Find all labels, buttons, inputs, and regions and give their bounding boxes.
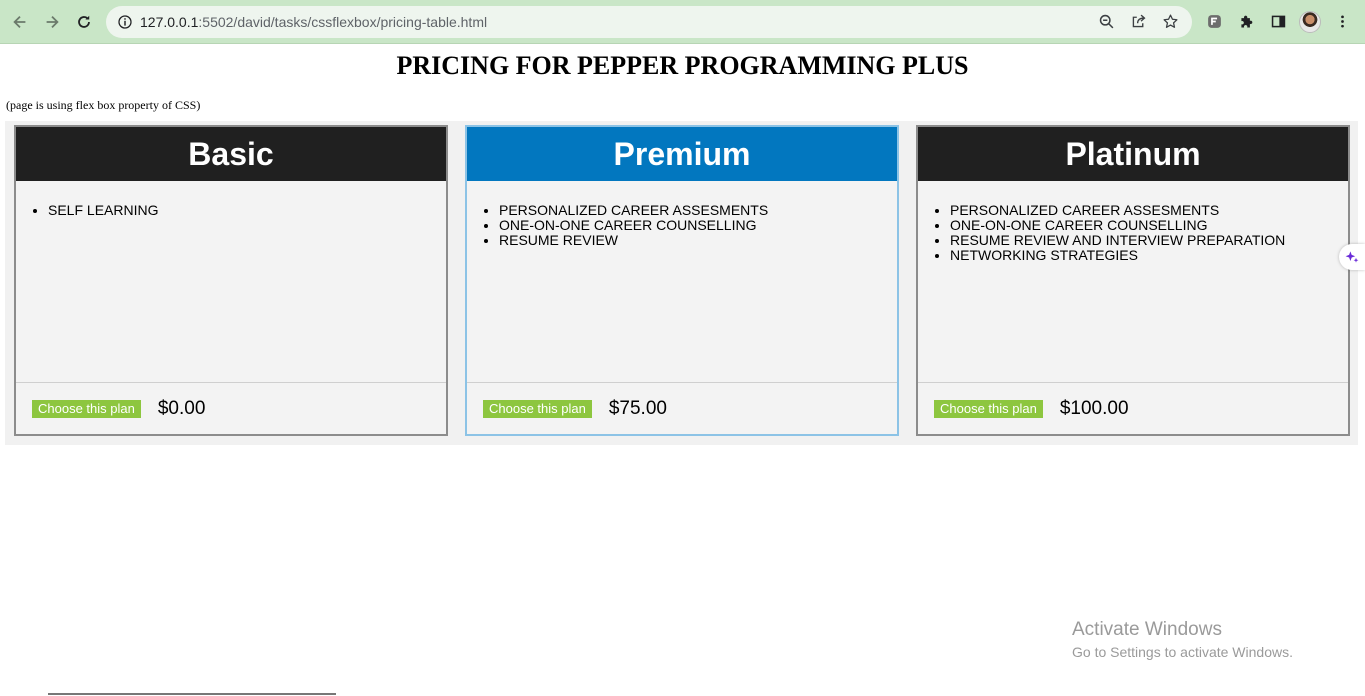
plan-features: PERSONALIZED CAREER ASSESMENTS ONE-ON-ON…	[467, 181, 897, 382]
watermark-subtitle: Go to Settings to activate Windows.	[1072, 644, 1293, 660]
feature-item: ONE-ON-ONE CAREER COUNSELLING	[499, 218, 897, 233]
url-path: :5502/david/tasks/cssflexbox/pricing-tab…	[198, 13, 488, 30]
choose-plan-button[interactable]: Choose this plan	[934, 399, 1043, 418]
feature-item: PERSONALIZED CAREER ASSESMENTS	[950, 203, 1348, 218]
address-bar[interactable]: 127.0.0.1:5502/david/tasks/cssflexbox/pr…	[106, 5, 1192, 38]
plan-name: Premium	[467, 127, 897, 181]
share-icon	[1132, 14, 1145, 28]
reload-button[interactable]	[68, 6, 100, 38]
choose-plan-button[interactable]: Choose this plan	[32, 399, 141, 418]
extension-app-icon	[1207, 15, 1221, 28]
profile-button[interactable]	[1294, 6, 1326, 38]
menu-button[interactable]	[1326, 6, 1358, 38]
sparkle-icon	[1345, 251, 1359, 263]
site-info-button[interactable]	[110, 14, 140, 30]
pricing-table: Basic SELF LEARNING Choose this plan $0.…	[5, 121, 1358, 445]
extensions-button[interactable]	[1230, 6, 1262, 38]
zoom-icon	[1099, 14, 1113, 29]
plan-features: PERSONALIZED CAREER ASSESMENTS ONE-ON-ON…	[918, 181, 1348, 382]
arrow-right-icon	[46, 15, 59, 28]
page-title: PRICING FOR PEPPER PROGRAMMING PLUS	[396, 51, 969, 80]
plan-footer: Choose this plan $75.00	[467, 382, 897, 434]
share-button[interactable]	[1122, 6, 1154, 38]
windows-activation-watermark: Activate Windows Go to Settings to activ…	[1072, 619, 1293, 660]
browser-toolbar: 127.0.0.1:5502/david/tasks/cssflexbox/pr…	[0, 0, 1365, 44]
arrow-left-icon	[13, 15, 26, 28]
puzzle-icon	[1240, 15, 1252, 28]
forward-button[interactable]	[36, 6, 68, 38]
back-button[interactable]	[4, 6, 36, 38]
plan-footer: Choose this plan $0.00	[16, 382, 446, 434]
sparkle-assistant-button[interactable]	[1339, 244, 1365, 270]
page-note: (page is using flex box property of CSS)	[6, 98, 201, 112]
avatar	[1299, 10, 1321, 33]
reload-icon	[78, 15, 90, 28]
feature-item: RESUME REVIEW AND INTERVIEW PREPARATION	[950, 233, 1348, 248]
plan-card-basic: Basic SELF LEARNING Choose this plan $0.…	[14, 125, 448, 436]
plan-features: SELF LEARNING	[16, 181, 446, 382]
url-text[interactable]: 127.0.0.1:5502/david/tasks/cssflexbox/pr…	[140, 14, 487, 30]
side-panel-icon	[1271, 15, 1285, 28]
url-host: 127.0.0.1	[140, 13, 199, 30]
side-panel-button[interactable]	[1262, 6, 1294, 38]
feature-item: PERSONALIZED CAREER ASSESMENTS	[499, 203, 897, 218]
feature-item: SELF LEARNING	[48, 203, 446, 218]
feature-item: ONE-ON-ONE CAREER COUNSELLING	[950, 218, 1348, 233]
plan-price: $75.00	[608, 397, 667, 419]
plan-price: $0.00	[157, 397, 206, 419]
choose-plan-button[interactable]: Choose this plan	[483, 399, 592, 418]
plan-card-platinum: Platinum PERSONALIZED CAREER ASSESMENTS …	[916, 125, 1350, 436]
info-icon	[118, 14, 132, 29]
plan-footer: Choose this plan $100.00	[918, 382, 1348, 434]
feature-item: NETWORKING STRATEGIES	[950, 248, 1348, 263]
bookmark-button[interactable]	[1154, 6, 1186, 38]
page-content: PRICING FOR PEPPER PROGRAMMING PLUS (pag…	[0, 45, 1365, 696]
extension-button[interactable]	[1198, 6, 1230, 38]
plan-name: Basic	[16, 127, 446, 181]
star-icon	[1162, 14, 1178, 28]
plan-name: Platinum	[918, 127, 1348, 181]
feature-item: RESUME REVIEW	[499, 233, 897, 248]
watermark-title: Activate Windows	[1072, 619, 1222, 640]
kebab-menu-icon	[1340, 15, 1344, 28]
plan-price: $100.00	[1059, 397, 1129, 419]
zoom-button[interactable]	[1090, 6, 1122, 38]
scroll-indicator	[48, 693, 336, 695]
plan-card-premium: Premium PERSONALIZED CAREER ASSESMENTS O…	[465, 125, 899, 436]
